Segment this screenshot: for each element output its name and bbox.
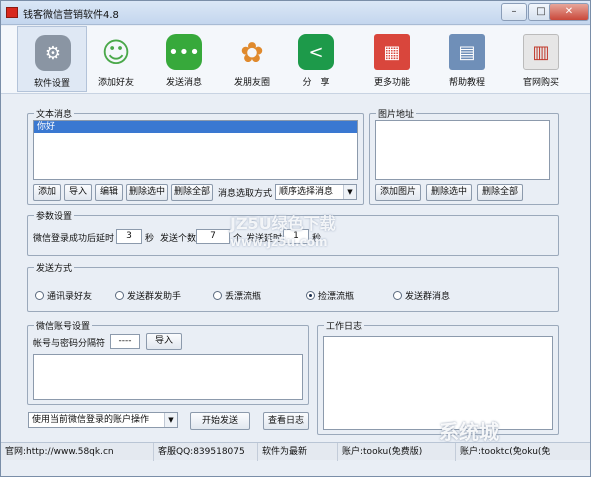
- separator-label: 帐号与密码分隔符: [33, 339, 106, 349]
- message-mode-label: 消息选取方式: [218, 189, 273, 199]
- start-send-button[interactable]: 开始发送: [190, 412, 250, 430]
- delete-all-messages-button[interactable]: 删除全部: [171, 184, 213, 201]
- app-logo-icon: [6, 7, 18, 18]
- list-item[interactable]: 你好: [34, 121, 357, 133]
- tool-moments[interactable]: ✿ 发朋友圈: [217, 26, 287, 92]
- tool-label: 帮助教程: [448, 78, 485, 88]
- tool-label: 官网购买: [522, 78, 559, 88]
- buy-icon: ▥: [523, 34, 559, 70]
- status-qq: 客服QQ:839518075: [154, 443, 258, 461]
- tool-settings[interactable]: ⚙ 软件设置: [17, 26, 87, 92]
- watermark-overlay: JZ5U绿色下载 www.jz5u.com: [230, 215, 370, 255]
- status-extra: 账户:tooktc(免oku(免: [460, 447, 551, 457]
- moments-icon: ✿: [240, 35, 264, 69]
- import-accounts-button[interactable]: 导入: [146, 333, 182, 350]
- image-address-group: 图片地址 添加图片 删除选中 删除全部: [369, 107, 559, 205]
- group-title: 参数设置: [34, 209, 75, 222]
- tool-label: 更多功能: [373, 78, 410, 88]
- status-site: 官网:http://www.58qk.cn: [1, 443, 154, 461]
- title-bar: 钱客微信营销软件4.8 – □ ✕: [1, 1, 590, 25]
- radio-broadcast-assistant[interactable]: 发送群发助手: [115, 289, 181, 302]
- add-message-button[interactable]: 添加: [33, 184, 61, 201]
- add-friend-icon: ☺: [101, 35, 131, 69]
- help-icon: ▤: [449, 34, 485, 70]
- message-mode-select[interactable]: 顺序选择消息 ▼: [275, 184, 357, 200]
- group-title: 文本消息: [34, 107, 75, 120]
- chevron-down-icon: ▼: [164, 413, 177, 427]
- radio-dot: [393, 291, 402, 300]
- app-window: 钱客微信营销软件4.8 – □ ✕ ⚙ 软件设置 ☺ 添加好友 ••• 发送消息…: [0, 0, 591, 477]
- tool-help[interactable]: ▤ 帮助教程: [432, 26, 502, 92]
- radio-dot: [213, 291, 222, 300]
- gear-icon: ⚙: [35, 35, 71, 71]
- status-account: 账户:tooku(免费版): [338, 443, 456, 461]
- share-icon: <: [298, 34, 334, 70]
- tool-add-friend[interactable]: ☺ 添加好友: [81, 26, 151, 92]
- radio-contacts[interactable]: 通讯录好友: [35, 289, 92, 302]
- radio-label: 捡漂流瓶: [318, 292, 355, 302]
- login-delay-input[interactable]: 3: [116, 229, 142, 244]
- radio-group-message[interactable]: 发送群消息: [393, 289, 450, 302]
- group-title: 图片地址: [376, 107, 417, 120]
- delete-selected-image-button[interactable]: 删除选中: [426, 184, 472, 201]
- edit-message-button[interactable]: 编辑: [95, 184, 123, 201]
- tool-label: 发送消息: [165, 78, 202, 88]
- tool-send-message[interactable]: ••• 发送消息: [149, 26, 219, 92]
- tool-label: 发朋友圈: [233, 78, 270, 88]
- send-count-input[interactable]: 7: [196, 229, 230, 244]
- separator-input[interactable]: ----: [110, 334, 140, 349]
- tool-buy[interactable]: ▥ 官网购买: [506, 26, 576, 92]
- chevron-down-icon: ▼: [343, 185, 356, 199]
- import-message-button[interactable]: 导入: [64, 184, 92, 201]
- group-title: 发送方式: [34, 261, 75, 274]
- delete-all-images-button[interactable]: 删除全部: [477, 184, 523, 201]
- radio-label: 发送群消息: [405, 292, 451, 302]
- status-version: 软件为最新: [258, 443, 338, 461]
- tool-label: 软件设置: [33, 79, 70, 89]
- message-mode-value: 顺序选择消息: [279, 187, 334, 197]
- watermark-text: JZ5U绿色下载: [230, 214, 336, 233]
- account-list[interactable]: [33, 354, 303, 400]
- send-count-label: 发送个数: [160, 234, 197, 244]
- text-message-group: 文本消息 你好 添加 导入 编辑 删除选中 删除全部 消息选取方式 顺序选择消息…: [27, 107, 364, 205]
- window-title: 钱客微信营销软件4.8: [23, 10, 119, 21]
- tool-label: 分 享: [302, 78, 330, 88]
- close-button[interactable]: ✕: [549, 3, 589, 21]
- radio-throw-bottle[interactable]: 丢漂流瓶: [213, 289, 261, 302]
- group-title: 工作日志: [324, 319, 365, 332]
- watermark-url: www.jz5u.com: [230, 235, 328, 249]
- account-settings-group: 微信账号设置 帐号与密码分隔符 ---- 导入: [27, 319, 309, 405]
- more-functions-icon: ▦: [374, 34, 410, 70]
- login-delay-unit: 秒: [145, 234, 155, 244]
- radio-pick-bottle[interactable]: 捡漂流瓶: [306, 289, 354, 302]
- view-log-button[interactable]: 查看日志: [263, 412, 309, 430]
- image-list[interactable]: [375, 120, 550, 180]
- status-bar: 官网:http://www.58qk.cn 客服QQ:839518075 软件为…: [1, 442, 590, 461]
- tool-share[interactable]: < 分 享: [281, 26, 351, 92]
- message-list[interactable]: 你好: [33, 120, 358, 180]
- chat-bubble-icon: •••: [166, 34, 202, 70]
- radio-label: 发送群发助手: [127, 292, 182, 302]
- tool-more-functions[interactable]: ▦ 更多功能: [357, 26, 427, 92]
- tool-label: 添加好友: [97, 78, 134, 88]
- add-image-button[interactable]: 添加图片: [375, 184, 421, 201]
- minimize-button[interactable]: –: [501, 3, 527, 21]
- login-delay-label: 微信登录成功后延时: [33, 234, 115, 244]
- radio-label: 丢漂流瓶: [225, 292, 262, 302]
- group-title: 微信账号设置: [34, 319, 93, 332]
- delete-selected-message-button[interactable]: 删除选中: [126, 184, 168, 201]
- send-mode-group: 发送方式 通讯录好友 发送群发助手 丢漂流瓶 捡漂流瓶 发送群消息: [27, 261, 559, 312]
- radio-label: 通讯录好友: [47, 292, 93, 302]
- radio-dot-selected: [306, 291, 315, 300]
- main-toolbar: ⚙ 软件设置 ☺ 添加好友 ••• 发送消息 ✿ 发朋友圈 < 分 享 ▦ 更多…: [1, 26, 590, 94]
- radio-dot: [115, 291, 124, 300]
- account-mode-value: 使用当前微信登录的账户操作: [32, 415, 150, 425]
- radio-dot: [35, 291, 44, 300]
- account-mode-select[interactable]: 使用当前微信登录的账户操作 ▼: [28, 412, 178, 428]
